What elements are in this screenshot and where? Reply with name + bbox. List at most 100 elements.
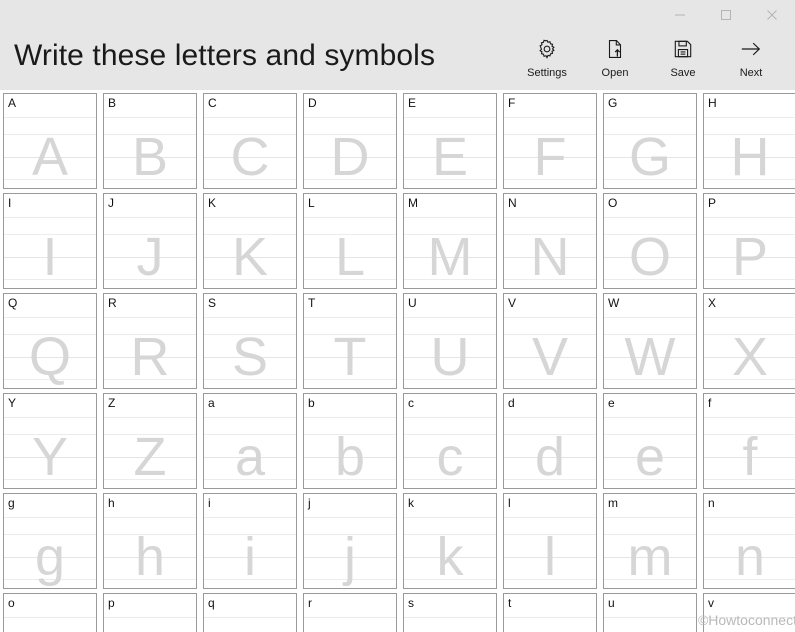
practice-cell[interactable]: rr xyxy=(303,593,397,632)
guide-line xyxy=(704,117,795,118)
guide-line xyxy=(204,417,296,418)
next-button[interactable]: Next xyxy=(717,36,785,80)
practice-cell[interactable]: ll xyxy=(503,493,597,589)
guide-line xyxy=(404,417,496,418)
practice-cell[interactable]: vv xyxy=(703,593,795,632)
cell-label: S xyxy=(208,296,217,310)
practice-cell[interactable]: HH xyxy=(703,93,795,189)
guide-line xyxy=(404,517,496,518)
open-button[interactable]: Open xyxy=(581,36,649,80)
practice-cell[interactable]: qq xyxy=(203,593,297,632)
practice-cell[interactable]: ff xyxy=(703,393,795,489)
practice-cell[interactable]: uu xyxy=(603,593,697,632)
save-label: Save xyxy=(670,67,696,79)
cell-label: K xyxy=(208,196,217,210)
practice-cell[interactable]: pp xyxy=(103,593,197,632)
practice-cell[interactable]: ss xyxy=(403,593,497,632)
practice-cell[interactable]: LL xyxy=(303,193,397,289)
practice-cell[interactable]: PP xyxy=(703,193,795,289)
practice-cell[interactable]: AA xyxy=(3,93,97,189)
practice-cell[interactable]: FF xyxy=(503,93,597,189)
page-title: Write these letters and symbols xyxy=(14,39,436,72)
practice-cell[interactable]: gg xyxy=(3,493,97,589)
practice-cell[interactable]: jj xyxy=(303,493,397,589)
cell-label: V xyxy=(508,296,517,310)
guide-line xyxy=(404,217,496,218)
practice-cell[interactable]: QQ xyxy=(3,293,97,389)
practice-cell[interactable]: bb xyxy=(303,393,397,489)
cell-label: n xyxy=(708,496,715,510)
guide-line xyxy=(4,317,96,318)
practice-cell[interactable]: YY xyxy=(3,393,97,489)
practice-cell[interactable]: II xyxy=(3,193,97,289)
guide-line xyxy=(604,517,696,518)
guide-line xyxy=(4,617,96,618)
practice-cell[interactable]: RR xyxy=(103,293,197,389)
practice-cell[interactable]: tt xyxy=(503,593,597,632)
practice-cell[interactable]: ZZ xyxy=(103,393,197,489)
close-button[interactable] xyxy=(749,0,795,30)
practice-cell[interactable]: OO xyxy=(603,193,697,289)
practice-cell[interactable]: aa xyxy=(203,393,297,489)
cell-label: m xyxy=(608,496,618,510)
practice-sheet: AABBCCDDEEFFGGHH IIJJKKLLMMNNOOPP QQRRSSTT… xyxy=(0,90,795,632)
practice-cell[interactable]: VV xyxy=(503,293,597,389)
practice-cell[interactable]: ee xyxy=(603,393,697,489)
practice-cell[interactable]: kk xyxy=(403,493,497,589)
guide-line xyxy=(104,117,196,118)
practice-cell[interactable]: oo xyxy=(3,593,97,632)
guide-line xyxy=(504,517,596,518)
cell-label: f xyxy=(708,396,712,410)
guide-line xyxy=(304,617,396,618)
practice-cell[interactable]: BB xyxy=(103,93,197,189)
guide-line xyxy=(404,617,496,618)
save-button[interactable]: Save xyxy=(649,36,717,80)
guide-line xyxy=(104,217,196,218)
open-file-icon xyxy=(604,36,626,62)
cell-label: X xyxy=(708,296,717,310)
practice-cell[interactable]: ii xyxy=(203,493,297,589)
guide-line xyxy=(204,217,296,218)
practice-cell[interactable]: JJ xyxy=(103,193,197,289)
practice-cell[interactable]: CC xyxy=(203,93,297,189)
cell-label: v xyxy=(708,596,714,610)
practice-cell[interactable]: SS xyxy=(203,293,297,389)
cell-label: A xyxy=(8,96,17,110)
practice-cell[interactable]: WW xyxy=(603,293,697,389)
guide-line xyxy=(304,417,396,418)
practice-cell[interactable]: MM xyxy=(403,193,497,289)
guide-line xyxy=(104,417,196,418)
practice-writing-window: Write these letters and symbols Settings xyxy=(0,0,795,632)
practice-cell[interactable]: EE xyxy=(403,93,497,189)
practice-cell[interactable]: dd xyxy=(503,393,597,489)
next-label: Next xyxy=(739,67,763,79)
practice-cell[interactable]: cc xyxy=(403,393,497,489)
minimize-button[interactable] xyxy=(657,0,703,30)
maximize-button[interactable] xyxy=(703,0,749,30)
practice-cell[interactable]: KK xyxy=(203,193,297,289)
guide-line xyxy=(304,217,396,218)
practice-cell[interactable]: GG xyxy=(603,93,697,189)
cell-label: G xyxy=(608,96,618,110)
guide-line xyxy=(304,317,396,318)
settings-button[interactable]: Settings xyxy=(513,36,581,80)
cell-label: l xyxy=(508,496,511,510)
command-bar: Write these letters and symbols Settings xyxy=(0,32,795,90)
practice-cell[interactable]: XX xyxy=(703,293,795,389)
guide-line xyxy=(504,417,596,418)
toolbar: Settings Open Save Next xyxy=(513,32,785,80)
practice-cell[interactable]: TT xyxy=(303,293,397,389)
practice-cell[interactable]: DD xyxy=(303,93,397,189)
practice-cell[interactable]: UU xyxy=(403,293,497,389)
gear-icon xyxy=(536,36,558,62)
practice-cell[interactable]: mm xyxy=(603,493,697,589)
practice-cell[interactable]: hh xyxy=(103,493,197,589)
practice-cell[interactable]: nn xyxy=(703,493,795,589)
cell-label: U xyxy=(408,296,417,310)
cell-label: L xyxy=(308,196,315,210)
cell-label: C xyxy=(208,96,217,110)
guide-line xyxy=(704,417,795,418)
cell-label: p xyxy=(108,596,115,610)
cell-label: a xyxy=(208,396,215,410)
practice-cell[interactable]: NN xyxy=(503,193,597,289)
